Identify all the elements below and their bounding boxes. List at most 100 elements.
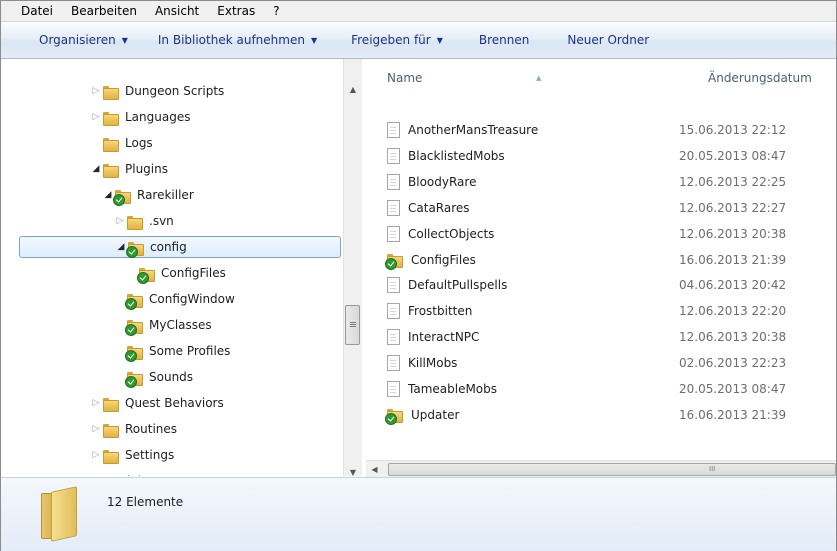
nav-item-sounds[interactable]: Sounds — [113, 366, 193, 388]
scroll-thumb[interactable] — [345, 305, 360, 345]
checkmark-icon — [126, 245, 138, 258]
file-row[interactable]: CataRares 12.06.2013 22:27 — [387, 195, 836, 221]
checkmark-icon — [125, 349, 137, 362]
file-name-cell: InteractNPC — [387, 329, 679, 346]
nav-item-logs[interactable]: Logs — [89, 132, 153, 154]
expand-arrow-icon[interactable]: ▷ — [89, 86, 103, 96]
file-date: 15.06.2013 22:12 — [679, 123, 787, 137]
document-icon — [387, 329, 400, 346]
file-row[interactable]: ConfigFiles 16.06.2013 21:39 — [385, 247, 836, 273]
checkmark-icon — [385, 258, 397, 270]
document-icon — [387, 225, 400, 242]
document-icon — [387, 147, 400, 164]
nav-item-plugins[interactable]: ◢ Plugins — [89, 158, 168, 180]
nav-item-label: Rarekiller — [137, 188, 194, 202]
file-row[interactable]: DefaultPullspells 04.06.2013 20:42 — [387, 272, 836, 298]
file-row[interactable]: CollectObjects 12.06.2013 20:38 — [387, 221, 836, 247]
file-name: TameableMobs — [408, 382, 498, 396]
nav-item-routines[interactable]: ▷ Routines — [89, 418, 177, 440]
checkmark-icon — [113, 193, 125, 206]
file-name-cell: BlacklistedMobs — [387, 147, 679, 164]
file-row[interactable]: BlacklistedMobs 20.05.2013 08:47 — [387, 143, 836, 169]
share-button[interactable]: Freigeben für ▼ — [351, 33, 443, 47]
file-name: AnotherMansTreasure — [408, 123, 539, 137]
nav-item-configwindow[interactable]: ConfigWindow — [113, 288, 235, 310]
nav-item-myclasses[interactable]: MyClasses — [113, 314, 212, 336]
details-pane: 12 Elemente — [1, 477, 836, 551]
menu-view[interactable]: Ansicht — [146, 1, 208, 21]
nav-item-spiele[interactable]: ▷spiele — [77, 470, 148, 476]
burn-button[interactable]: Brennen — [479, 33, 529, 47]
add-to-library-button[interactable]: In Bibliothek aufnehmen ▼ — [158, 33, 317, 47]
file-row[interactable]: AnotherMansTreasure 15.06.2013 22:12 — [387, 117, 836, 143]
menu-help[interactable]: ? — [264, 1, 288, 21]
nav-item-rarekiller[interactable]: ◢ Rarekiller — [101, 184, 194, 206]
file-row[interactable]: KillMobs 02.06.2013 22:23 — [387, 350, 836, 376]
nav-scrollbar[interactable]: ▲ ▼ — [343, 59, 362, 477]
svn-folder-icon — [126, 240, 144, 258]
scroll-left-arrow-icon[interactable]: ◀ — [366, 461, 383, 478]
chevron-down-icon: ▼ — [310, 35, 318, 45]
nav-item-label: Some Profiles — [149, 344, 231, 358]
column-header-name[interactable]: Name — [387, 59, 422, 97]
expand-arrow-icon[interactable]: ▷ — [89, 450, 103, 460]
file-row[interactable]: Updater 16.06.2013 21:39 — [385, 402, 836, 428]
file-name: CataRares — [408, 200, 470, 215]
nav-item-label: ConfigFiles — [161, 266, 226, 280]
file-name-cell: Updater — [385, 407, 679, 426]
nav-item-some-profiles[interactable]: Some Profiles — [113, 340, 230, 362]
column-header-date[interactable]: Änderungsdatum — [708, 59, 812, 97]
nav-item-quest-behaviors[interactable]: ▷ Quest Behaviors — [89, 392, 224, 414]
new-folder-button[interactable]: Neuer Ordner — [567, 33, 649, 47]
nav-item-configfiles[interactable]: ConfigFiles — [125, 262, 226, 284]
file-date: 12.06.2013 22:27 — [679, 200, 787, 215]
grip-icon — [350, 322, 356, 323]
expand-arrow-icon[interactable]: ▷ — [89, 424, 103, 434]
nav-item-label: Routines — [125, 422, 178, 436]
sort-ascending-icon: ▲ — [536, 74, 542, 82]
nav-item-settings[interactable]: ▷ Settings — [89, 444, 174, 466]
checkmark-icon — [125, 323, 137, 336]
menu-edit[interactable]: Bearbeiten — [62, 1, 146, 21]
folder-icon — [103, 396, 119, 412]
svn-folder-icon — [113, 188, 131, 206]
file-name: KillMobs — [408, 356, 458, 371]
nav-item-label: config — [150, 240, 187, 254]
nav-item-languages[interactable]: ▷ Languages — [89, 106, 190, 128]
file-row[interactable]: Frostbitten 12.06.2013 22:20 — [387, 298, 836, 324]
nav-item-dungeon-scripts[interactable]: ▷ Dungeon Scripts — [89, 80, 224, 102]
menu-extras[interactable]: Extras — [208, 1, 264, 21]
folder-icon — [103, 84, 119, 100]
expand-arrow-icon[interactable]: ▷ — [113, 216, 127, 226]
nav-item-config[interactable]: ◢ config — [19, 236, 341, 258]
nav-item-svn[interactable]: ▷ .svn — [113, 210, 174, 232]
file-list: Name Änderungsdatum AnotherMansTreasure 1… — [366, 59, 836, 460]
file-row[interactable]: TameableMobs 20.05.2013 08:47 — [387, 376, 836, 402]
expanded-arrow-icon[interactable]: ◢ — [89, 164, 103, 174]
organize-button[interactable]: Organisieren ▼ — [39, 33, 128, 47]
folder-icon — [103, 448, 119, 464]
nav-item-label: MyClasses — [149, 318, 212, 332]
file-list-horizontal-scrollbar[interactable]: ◀ III — [366, 460, 836, 478]
file-name: BloodyRare — [408, 174, 477, 189]
file-date: 12.06.2013 22:20 — [679, 304, 787, 319]
file-name: DefaultPullspells — [408, 278, 508, 293]
scroll-up-arrow-icon[interactable]: ▲ — [344, 81, 362, 99]
expand-arrow-icon[interactable]: ▷ — [89, 398, 103, 408]
nav-item-label: .svn — [149, 214, 174, 228]
nav-item-label: Settings — [125, 448, 175, 462]
horizontal-scroll-thumb[interactable] — [388, 463, 836, 476]
menu-file[interactable]: Datei — [1, 1, 62, 21]
folder-icon — [103, 110, 119, 126]
file-name-cell: KillMobs — [387, 355, 679, 372]
document-icon — [387, 381, 400, 397]
item-count: 12 Elemente — [107, 495, 184, 509]
expand-arrow-icon[interactable]: ▷ — [89, 112, 103, 122]
file-date: 20.05.2013 08:47 — [679, 148, 787, 163]
explorer-window: Datei Bearbeiten Ansicht Extras ? Organi… — [0, 0, 837, 551]
file-name-cell: DefaultPullspells — [387, 277, 679, 294]
file-row[interactable]: InteractNPC 12.06.2013 20:38 — [387, 324, 836, 350]
file-date: 04.06.2013 20:42 — [679, 278, 787, 293]
command-bar: Organisieren ▼ In Bibliothek aufnehmen ▼ F… — [1, 22, 836, 59]
file-row[interactable]: BloodyRare 12.06.2013 22:25 — [387, 169, 836, 195]
